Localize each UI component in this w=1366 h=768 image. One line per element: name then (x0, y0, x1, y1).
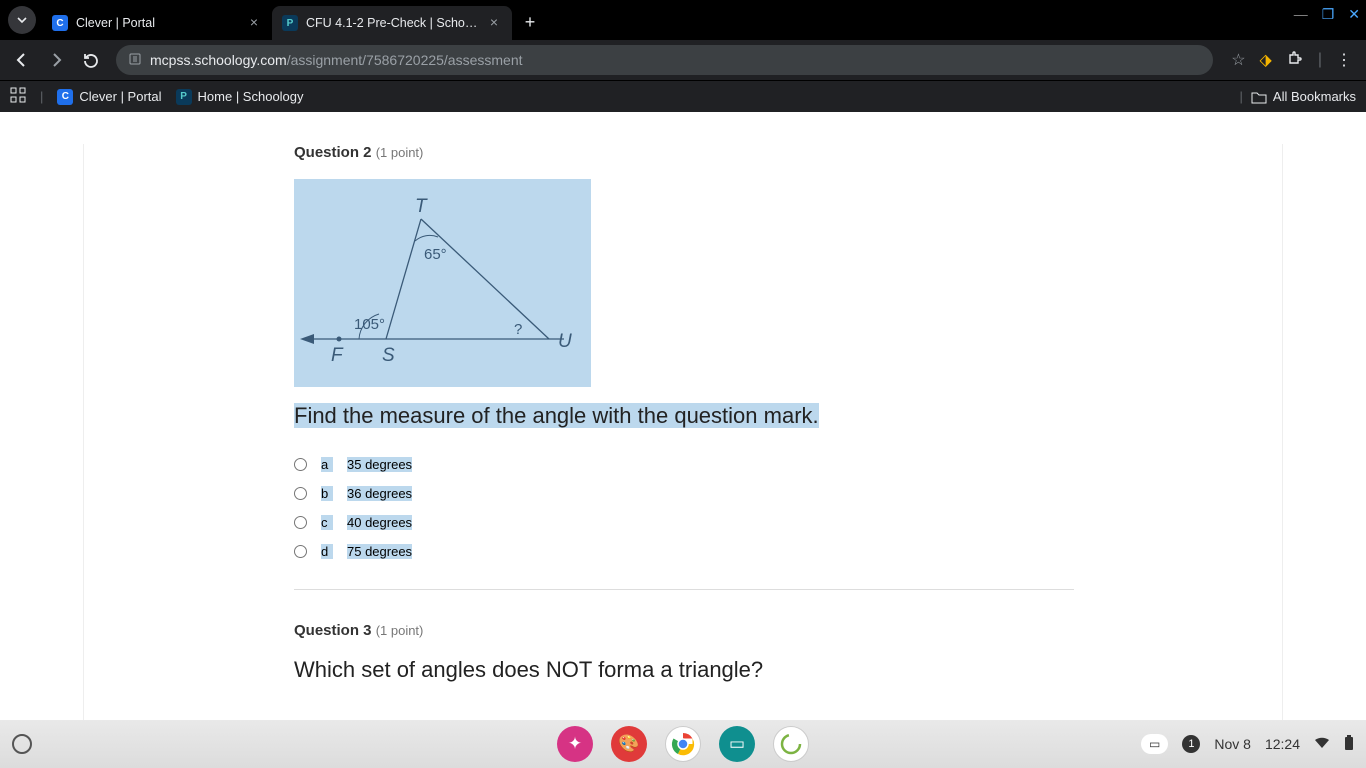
radio-a[interactable] (294, 458, 307, 471)
question-divider (294, 589, 1074, 590)
arrow-right-icon (47, 51, 65, 69)
app-icon-1[interactable]: ✦ (557, 726, 593, 762)
tab-title: CFU 4.1-2 Pre-Check | Schoology (306, 16, 480, 30)
address-bar[interactable]: mcpss.schoology.com/assignment/758672022… (116, 45, 1213, 75)
minimize-icon[interactable]: — (1294, 6, 1308, 23)
choice-letter: b (321, 486, 333, 501)
shelf-apps: ✦ 🎨 ▭ (557, 726, 809, 762)
close-window-icon[interactable]: ✕ (1348, 6, 1360, 23)
choice-d[interactable]: d 75 degrees (294, 544, 1074, 559)
svg-text:F: F (331, 345, 344, 366)
choice-text: 40 degrees (347, 515, 412, 530)
shelf-date: Nov 8 (1214, 736, 1251, 752)
ime-indicator[interactable]: ▭ (1141, 734, 1168, 754)
folder-icon (1251, 90, 1267, 104)
close-icon[interactable]: × (486, 15, 502, 31)
page-viewport: Question 2 (1 point) T 65° 105° ? (0, 112, 1366, 720)
tab-clever[interactable]: C Clever | Portal × (42, 6, 272, 40)
app-icon-5[interactable] (773, 726, 809, 762)
star-icon[interactable]: ☆ (1231, 50, 1245, 70)
question-2-header: Question 2 (1 point) (294, 144, 1074, 161)
bookmark-label: Home | Schoology (198, 89, 304, 104)
bookbar-separator: | (40, 89, 43, 104)
launcher-button[interactable] (12, 734, 32, 754)
arrow-left-icon (13, 51, 31, 69)
choice-text: 75 degrees (347, 544, 412, 559)
window-controls: — ❐ ✕ (1294, 6, 1360, 23)
tab-schoology[interactable]: P CFU 4.1-2 Pre-Check | Schoology × (272, 6, 512, 40)
apps-button[interactable] (10, 87, 26, 106)
close-icon[interactable]: × (246, 15, 262, 31)
site-info-icon[interactable] (128, 52, 142, 69)
chevron-down-icon (16, 14, 28, 26)
extension-pin-icon[interactable]: ⬗ (1260, 50, 1272, 70)
radio-b[interactable] (294, 487, 307, 500)
choice-text: 36 degrees (347, 486, 412, 501)
question-2-choices: a 35 degrees b 36 degrees c 40 degrees d… (294, 457, 1074, 559)
app-icon-4[interactable]: ▭ (719, 726, 755, 762)
battery-icon (1344, 735, 1354, 754)
browser-toolbar: mcpss.schoology.com/assignment/758672022… (0, 40, 1366, 80)
wifi-icon (1314, 736, 1330, 752)
browser-tabstrip: C Clever | Portal × P CFU 4.1-2 Pre-Chec… (0, 0, 1366, 40)
chrome-icon[interactable] (665, 726, 701, 762)
radio-c[interactable] (294, 516, 307, 529)
app-icon-2[interactable]: 🎨 (611, 726, 647, 762)
question-3-prompt: Which set of angles does NOT forma a tri… (294, 657, 1074, 683)
svg-text:U: U (558, 331, 572, 352)
svg-text:T: T (415, 196, 428, 217)
tab-search-button[interactable] (8, 6, 36, 34)
back-button[interactable] (8, 46, 36, 74)
favicon-icon: C (52, 15, 68, 31)
extensions-icon[interactable] (1286, 49, 1304, 72)
chromeos-shelf: ✦ 🎨 ▭ ▭ 1 Nov 8 12:24 (0, 720, 1366, 768)
bookmark-schoology[interactable]: P Home | Schoology (176, 89, 304, 105)
toolbar-separator: | (1318, 51, 1322, 69)
choice-a[interactable]: a 35 degrees (294, 457, 1074, 472)
choice-letter: d (321, 544, 333, 559)
notification-badge[interactable]: 1 (1182, 735, 1200, 753)
favicon-icon: P (282, 15, 298, 31)
choice-text: 35 degrees (347, 457, 412, 472)
favicon-icon: C (57, 89, 73, 105)
menu-button[interactable]: ⋮ (1336, 50, 1352, 70)
shelf-time: 12:24 (1265, 736, 1300, 752)
bookmarks-bar: | C Clever | Portal P Home | Schoology |… (0, 80, 1366, 112)
radio-d[interactable] (294, 545, 307, 558)
svg-text:S: S (382, 345, 395, 366)
bookmark-label: Clever | Portal (79, 89, 161, 104)
bookmark-clever[interactable]: C Clever | Portal (57, 89, 161, 105)
svg-text:105°: 105° (354, 316, 385, 333)
toolbar-actions: ☆ ⬗ | ⋮ (1225, 49, 1358, 72)
svg-text:65°: 65° (424, 246, 447, 263)
reload-button[interactable] (76, 46, 104, 74)
bookbar-separator: | (1240, 89, 1243, 104)
question-2-figure: T 65° 105° ? F S U (294, 179, 591, 387)
forward-button[interactable] (42, 46, 70, 74)
svg-text:?: ? (514, 321, 522, 338)
choice-b[interactable]: b 36 degrees (294, 486, 1074, 501)
choice-c[interactable]: c 40 degrees (294, 515, 1074, 530)
new-tab-button[interactable]: + (516, 8, 544, 36)
question-2-prompt: Find the measure of the angle with the q… (294, 403, 819, 428)
status-tray[interactable]: ▭ 1 Nov 8 12:24 (1141, 734, 1354, 754)
reload-icon (82, 52, 99, 69)
choice-letter: a (321, 457, 333, 472)
url-text: mcpss.schoology.com/assignment/758672022… (150, 52, 523, 68)
choice-letter: c (321, 515, 333, 530)
tab-title: Clever | Portal (76, 16, 240, 30)
question-3-header: Question 3 (1 point) (294, 622, 1074, 639)
favicon-icon: P (176, 89, 192, 105)
maximize-icon[interactable]: ❐ (1322, 6, 1335, 23)
all-bookmarks-button[interactable]: All Bookmarks (1251, 89, 1356, 104)
